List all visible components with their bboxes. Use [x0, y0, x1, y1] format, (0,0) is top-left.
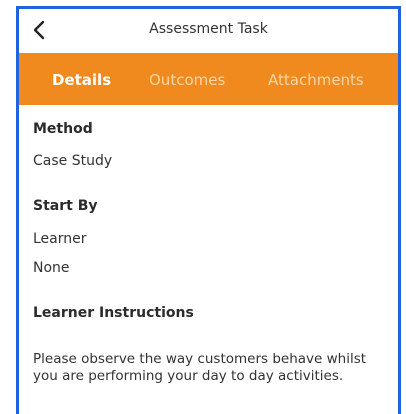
- tab-attachments[interactable]: Attachments: [268, 71, 364, 89]
- start-by-label: Start By: [33, 198, 98, 214]
- tab-details[interactable]: Details: [52, 71, 111, 89]
- tab-outcomes[interactable]: Outcomes: [149, 71, 225, 89]
- method-value: Case Study: [33, 153, 113, 169]
- phone-screen: Assessment Task Details Outcomes Attachm…: [16, 6, 401, 414]
- start-by-value: Learner: [33, 231, 87, 247]
- method-label: Method: [33, 121, 93, 137]
- app-frame: Assessment Task Details Outcomes Attachm…: [0, 0, 406, 414]
- page-title: Assessment Task: [149, 21, 268, 37]
- instructions-label: Learner Instructions: [33, 305, 194, 321]
- start-by-date: None: [33, 260, 70, 276]
- top-bar: Assessment Task: [19, 9, 398, 53]
- tab-bar: Details Outcomes Attachments: [19, 53, 398, 105]
- instructions-text: Please observe the way customers behave …: [33, 350, 367, 384]
